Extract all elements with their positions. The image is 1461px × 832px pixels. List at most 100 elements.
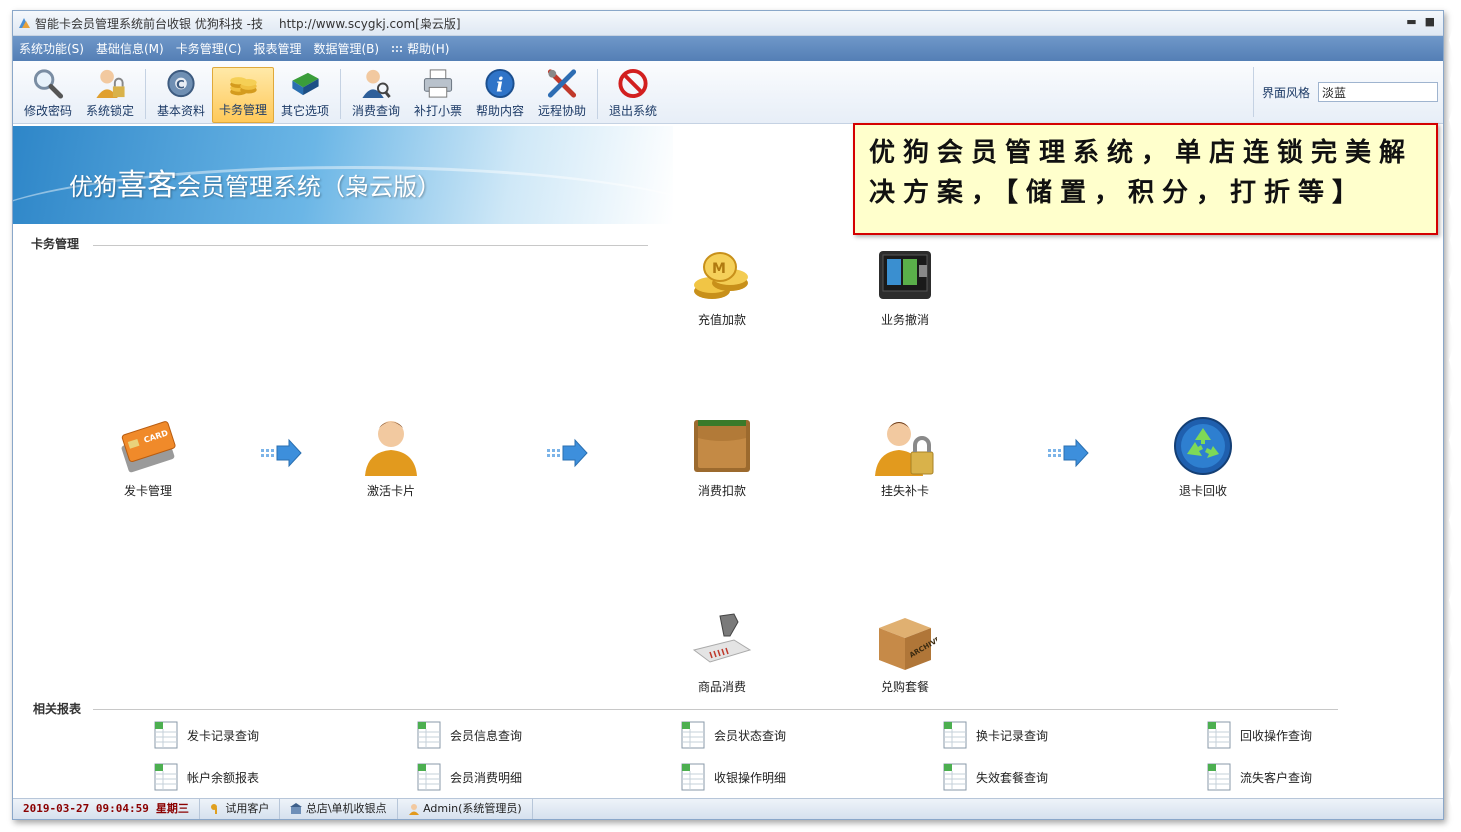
archive-box-icon: ARCHIVE <box>879 618 937 670</box>
report-member-status-label: 会员状态查询 <box>714 728 787 743</box>
basic-data-button[interactable]: C 基本资料 <box>150 67 212 123</box>
status-bar: 2019-03-27 09:04:59 星期三 试用客户 总店\单机收银点 Ad… <box>13 798 1443 819</box>
revoke-feature[interactable]: 业务撤消 <box>855 243 955 328</box>
status-user: Admin(系统管理员) <box>423 802 522 815</box>
banner-title-prefix: 优狗 <box>69 173 117 201</box>
consume-deduct-label: 消费扣款 <box>697 484 746 498</box>
report-card-change[interactable]: 换卡记录查询 <box>942 720 1048 750</box>
change-password-button[interactable]: 修改密码 <box>17 67 79 123</box>
remote-assist-button[interactable]: 远程协助 <box>531 67 593 123</box>
svg-text:M: M <box>712 261 726 277</box>
recharge-feature[interactable]: M 充值加款 <box>672 243 772 328</box>
status-store: 总店\单机收银点 <box>305 802 387 815</box>
barcode-scanner-icon <box>692 613 752 663</box>
gear-icon: C <box>167 69 195 98</box>
report-member-status[interactable]: 会员状态查询 <box>680 720 786 750</box>
menu-bar: 系统功能(S) 基础信息(M) 卡务管理(C) 报表管理 数据管理(B) 帮助(… <box>13 36 1443 61</box>
menu-data-management[interactable]: 数据管理(B) <box>313 40 379 57</box>
report-member-consume[interactable]: 会员消费明细 <box>416 762 522 792</box>
report-lost-customers-label: 流失客户查询 <box>1240 770 1313 785</box>
report-lost-label: 挂失补卡 <box>880 484 929 498</box>
credit-cards-icon: CARD <box>121 421 176 473</box>
package-redeem-feature[interactable]: ARCHIVE 兑购套餐 <box>855 610 955 695</box>
system-lock-button[interactable]: 系统锁定 <box>79 67 141 123</box>
menu-system[interactable]: 系统功能(S) <box>19 40 84 57</box>
status-store-cell: 总店\单机收银点 <box>280 799 398 819</box>
status-customer-cell: 试用客户 <box>200 799 281 819</box>
recycle-icon <box>1174 417 1232 475</box>
spreadsheet-icon <box>417 763 441 791</box>
issue-card-label: 发卡管理 <box>123 484 172 498</box>
tools-icon <box>547 69 577 98</box>
report-recycle-ops[interactable]: 回收操作查询 <box>1206 720 1312 750</box>
reprint-receipt-button[interactable]: 补打小票 <box>407 67 469 123</box>
report-issue-record-label: 发卡记录查询 <box>187 728 260 743</box>
window-title: 智能卡会员管理系统前台收银 优狗科技 -技 <box>35 16 263 31</box>
toolbar: 修改密码 系统锁定 C 基本资料 卡务管理 其它选项 消费查询 补打小票 i 帮… <box>13 61 1443 124</box>
report-account-balance[interactable]: 帐户余额报表 <box>153 762 259 792</box>
interface-style-select[interactable]: 淡蓝 <box>1318 82 1439 102</box>
grid-dots-icon <box>392 45 403 52</box>
report-member-info[interactable]: 会员信息查询 <box>416 720 522 750</box>
minimize-button[interactable]: ▬ <box>1406 15 1416 28</box>
svg-text:C: C <box>176 77 185 91</box>
flow-arrow-icon <box>1048 438 1089 468</box>
help-content-button[interactable]: i 帮助内容 <box>469 67 531 123</box>
consumption-query-button[interactable]: 消费查询 <box>345 67 407 123</box>
interface-style-label: 界面风格 <box>1262 85 1311 100</box>
no-entry-icon <box>618 68 648 99</box>
menu-help-label: 帮助(H) <box>407 42 450 56</box>
report-expired-package[interactable]: 失效套餐查询 <box>942 762 1048 792</box>
activate-card-feature[interactable]: 激活卡片 <box>341 414 441 499</box>
magnifier-icon <box>33 69 64 99</box>
report-card-change-label: 换卡记录查询 <box>976 728 1049 743</box>
report-recycle-ops-label: 回收操作查询 <box>1240 728 1313 743</box>
reprint-receipt-label: 补打小票 <box>413 104 462 118</box>
banner-title-suffix: 会员管理系统（枭云版） <box>177 173 441 201</box>
report-cashier-ops[interactable]: 收银操作明细 <box>680 762 786 792</box>
menu-card-management[interactable]: 卡务管理(C) <box>176 40 242 57</box>
status-datetime: 2019-03-27 09:04:59 <box>23 802 149 815</box>
window-url: http://www.scygkj.com[枭云版] <box>278 16 461 31</box>
consumption-query-label: 消费查询 <box>351 104 400 118</box>
remote-assist-label: 远程协助 <box>537 104 586 118</box>
gold-coins-icon: M <box>694 252 748 299</box>
status-customer: 试用客户 <box>225 802 270 815</box>
report-expired-package-label: 失效套餐查询 <box>976 770 1049 785</box>
menu-basic-info[interactable]: 基础信息(M) <box>96 40 164 57</box>
spreadsheet-icon <box>154 721 178 749</box>
reports-section-title: 相关报表 <box>33 702 82 716</box>
reports-section-divider <box>93 709 1338 710</box>
consume-deduct-feature[interactable]: 消费扣款 <box>672 414 772 499</box>
report-lost-customers[interactable]: 流失客户查询 <box>1206 762 1312 792</box>
report-account-balance-label: 帐户余额报表 <box>187 770 260 785</box>
coins-stack-icon <box>230 77 257 96</box>
report-member-consume-label: 会员消费明细 <box>450 770 523 785</box>
exit-system-button[interactable]: 退出系统 <box>602 67 664 123</box>
issue-card-feature[interactable]: CARD 发卡管理 <box>98 414 198 499</box>
menu-help[interactable]: 帮助(H) <box>391 40 449 57</box>
card-management-button[interactable]: 卡务管理 <box>212 67 274 123</box>
maximize-button[interactable]: ■ <box>1425 15 1435 28</box>
wallet-icon <box>879 251 931 299</box>
refund-card-feature[interactable]: 退卡回收 <box>1153 414 1253 499</box>
other-options-button[interactable]: 其它选项 <box>274 67 336 123</box>
report-issue-record[interactable]: 发卡记录查询 <box>153 720 259 750</box>
revoke-label: 业务撤消 <box>880 313 929 327</box>
status-datetime-cell: 2019-03-27 09:04:59 星期三 <box>13 799 200 819</box>
recharge-label: 充值加款 <box>697 313 746 327</box>
spreadsheet-icon <box>943 763 967 791</box>
card-section-title: 卡务管理 <box>31 237 80 251</box>
flow-arrow-icon <box>261 438 302 468</box>
banner-title: 优狗喜客会员管理系统（枭云版） <box>69 160 441 204</box>
report-cashier-ops-label: 收银操作明细 <box>714 770 787 785</box>
report-lost-feature[interactable]: 挂失补卡 <box>855 414 955 499</box>
menu-reports[interactable]: 报表管理 <box>253 40 301 57</box>
goods-consume-feature[interactable]: 商品消费 <box>672 610 772 695</box>
flow-arrow <box>1046 438 1090 468</box>
spreadsheet-icon <box>1207 763 1231 791</box>
other-options-label: 其它选项 <box>280 104 329 118</box>
spreadsheet-icon <box>681 763 705 791</box>
toolbar-separator <box>340 69 341 119</box>
flow-arrow <box>259 438 303 468</box>
